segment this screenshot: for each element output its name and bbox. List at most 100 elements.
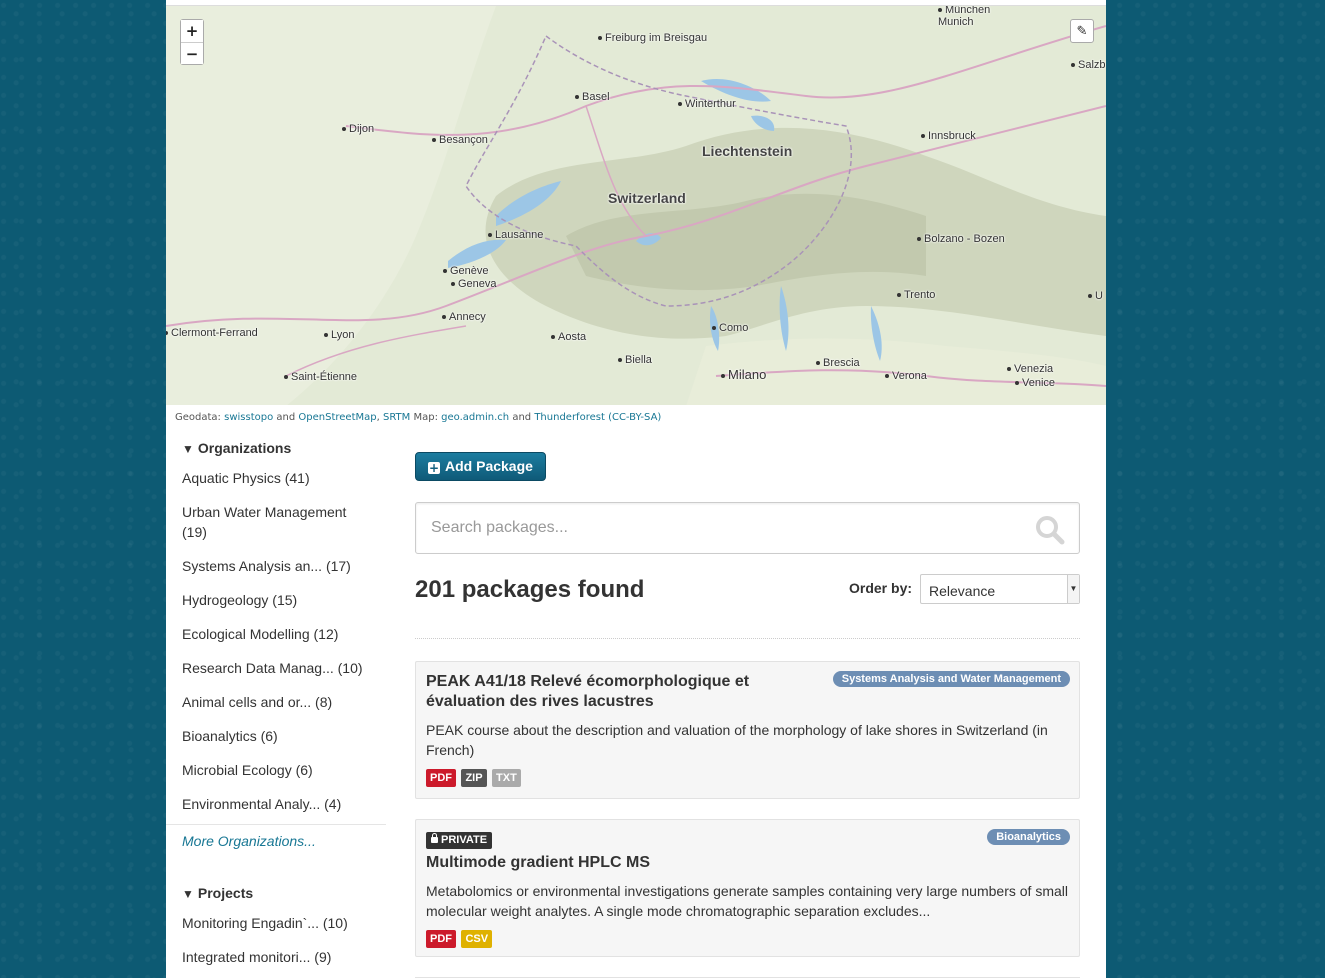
zoom-out-button[interactable]: − [181, 42, 203, 64]
map-label: Bolzano - Bozen [917, 233, 1005, 245]
pencil-icon: ✎ [1076, 23, 1088, 38]
facet-item-organization[interactable]: Urban Water Management (19) [166, 502, 386, 542]
order-by-select[interactable]: Relevance ▼ [920, 574, 1080, 604]
order-by-label: Order by: [849, 580, 913, 596]
dataset-title[interactable]: PEAK A41/18 Relevé écomorphologique et é… [426, 672, 806, 712]
map-label: Milano [721, 367, 766, 382]
format-badge[interactable]: PDF [426, 769, 456, 787]
dataset-item: PRIVATE Multimode gradient HPLC MS Bioan… [415, 819, 1080, 957]
map[interactable]: + − ✎ München Munich Freiburg im Breisga… [166, 5, 1106, 405]
dataset-item: PEAK A41/18 Relevé écomorphologique et é… [415, 661, 1080, 799]
projects-facet-title: ▼ Projects [166, 881, 386, 913]
map-label: Freiburg im Breisgau [598, 32, 707, 44]
map-label: Lausanne [488, 229, 543, 241]
dataset-title[interactable]: Multimode gradient HPLC MS [426, 853, 806, 873]
facet-item-organization[interactable]: Aquatic Physics (41) [166, 468, 386, 488]
openstreetmap-link[interactable]: OpenStreetMap [298, 412, 376, 423]
geoadmin-link[interactable]: geo.admin.ch [441, 412, 509, 423]
add-package-label: Add Package [445, 458, 533, 474]
add-package-button[interactable]: + Add Package [415, 452, 546, 481]
srtm-link[interactable]: SRTM [383, 412, 410, 423]
map-label: Besançon [432, 134, 488, 146]
main-content: + Add Package 201 packages found Order by… [415, 452, 1080, 978]
map-label: Geneva [451, 278, 497, 290]
attribution-comma: , [376, 412, 380, 423]
facet-item-organization[interactable]: Research Data Manag... (10) [166, 658, 386, 678]
map-label: Como [712, 322, 748, 334]
map-label: Genève [443, 265, 489, 277]
attribution-geodata-label: Geodata: [175, 412, 221, 423]
facet-item-organization[interactable]: Animal cells and or... (8) [166, 692, 386, 712]
order-by-value: Relevance [929, 583, 996, 599]
attribution-and: and [276, 412, 296, 423]
map-label: Lyon [324, 329, 354, 341]
facet-item-project[interactable]: Monitoring Engadin`... (10) [166, 913, 386, 933]
map-label: Winterthur [678, 98, 736, 110]
dataset-description: PEAK course about the description and va… [426, 722, 1048, 758]
map-label: Saint-Étienne [284, 371, 357, 383]
organizations-heading: Organizations [197, 440, 292, 456]
private-badge: PRIVATE [426, 832, 493, 849]
facet-item-organization[interactable]: Bioanalytics (6) [166, 726, 386, 746]
license-link[interactable]: (CC-BY-SA) [608, 412, 661, 423]
draw-rectangle-button[interactable]: ✎ [1070, 19, 1094, 43]
results-count: 201 packages found [415, 576, 645, 603]
organization-badge[interactable]: Systems Analysis and Water Management [832, 671, 1070, 687]
lock-icon [431, 833, 438, 843]
more-organizations-link[interactable]: More Organizations... [166, 833, 386, 849]
map-label: Biella [618, 354, 652, 366]
map-label: Switzerland [608, 190, 686, 206]
search-icon[interactable] [1035, 515, 1065, 545]
search-input[interactable] [416, 503, 976, 553]
facet-item-organization[interactable]: Microbial Ecology (6) [166, 760, 386, 780]
format-list: PDF CSV [426, 929, 1069, 948]
facet-item-project[interactable]: Integrated monitori... (9) [166, 947, 386, 967]
facet-item-organization[interactable]: Hydrogeology (15) [166, 590, 386, 610]
organization-badge[interactable]: Bioanalytics [987, 829, 1070, 845]
page: + − ✎ München Munich Freiburg im Breisga… [166, 0, 1106, 978]
format-badge[interactable]: PDF [426, 930, 456, 948]
chevron-down-icon: ▼ [1067, 575, 1079, 603]
map-label: Innsbruck [921, 130, 976, 142]
map-label: Venice [1015, 377, 1055, 389]
map-label: Basel [575, 91, 610, 103]
map-label: Dijon [342, 123, 374, 135]
attribution-and: and [512, 412, 532, 423]
projects-heading: Projects [197, 885, 254, 901]
zoom-control: + − [180, 19, 204, 65]
license-text: CC-BY-SA [611, 412, 658, 423]
format-badge[interactable]: TXT [492, 769, 521, 787]
facet-divider [166, 824, 386, 825]
dataset-description: Metabolomics or environmental investigat… [426, 883, 1068, 919]
zoom-in-button[interactable]: + [181, 20, 203, 42]
thunderforest-link[interactable]: Thunderforest [534, 412, 605, 423]
private-label: PRIVATE [441, 834, 488, 846]
facet-item-organization[interactable]: Systems Analysis an... (17) [166, 556, 386, 576]
map-label: Venezia [1007, 363, 1053, 375]
format-badge[interactable]: ZIP [461, 769, 487, 787]
map-label: München Munich [938, 5, 991, 28]
divider [415, 638, 1080, 639]
filter-icon: ▼ [182, 887, 194, 901]
map-label: U [1088, 290, 1103, 302]
filter-icon: ▼ [182, 442, 194, 456]
map-label: Aosta [551, 331, 586, 343]
map-label: Liechtenstein [702, 143, 793, 159]
map-label: Clermont-Ferrand [166, 327, 258, 339]
map-label: Verona [885, 370, 927, 382]
facet-item-organization[interactable]: Ecological Modelling (12) [166, 624, 386, 644]
map-label: Salzb [1071, 59, 1106, 71]
map-label: Trento [897, 289, 935, 301]
attribution-map-label: Map: [413, 412, 438, 423]
map-label: Annecy [442, 311, 486, 323]
format-list: PDF ZIP TXT [426, 768, 1069, 787]
map-attribution: Geodata: swisstopo and OpenStreetMap, SR… [175, 412, 661, 423]
facet-item-organization[interactable]: Environmental Analy... (4) [166, 794, 386, 814]
search-box [415, 502, 1080, 554]
organizations-facet-title: ▼ Organizations [166, 436, 386, 468]
format-badge[interactable]: CSV [461, 930, 493, 948]
swisstopo-link[interactable]: swisstopo [224, 412, 273, 423]
plus-icon: + [428, 461, 440, 475]
map-label: Brescia [816, 357, 860, 369]
facet-sidebar: ▼ Organizations Aquatic Physics (41) Urba… [166, 436, 386, 978]
